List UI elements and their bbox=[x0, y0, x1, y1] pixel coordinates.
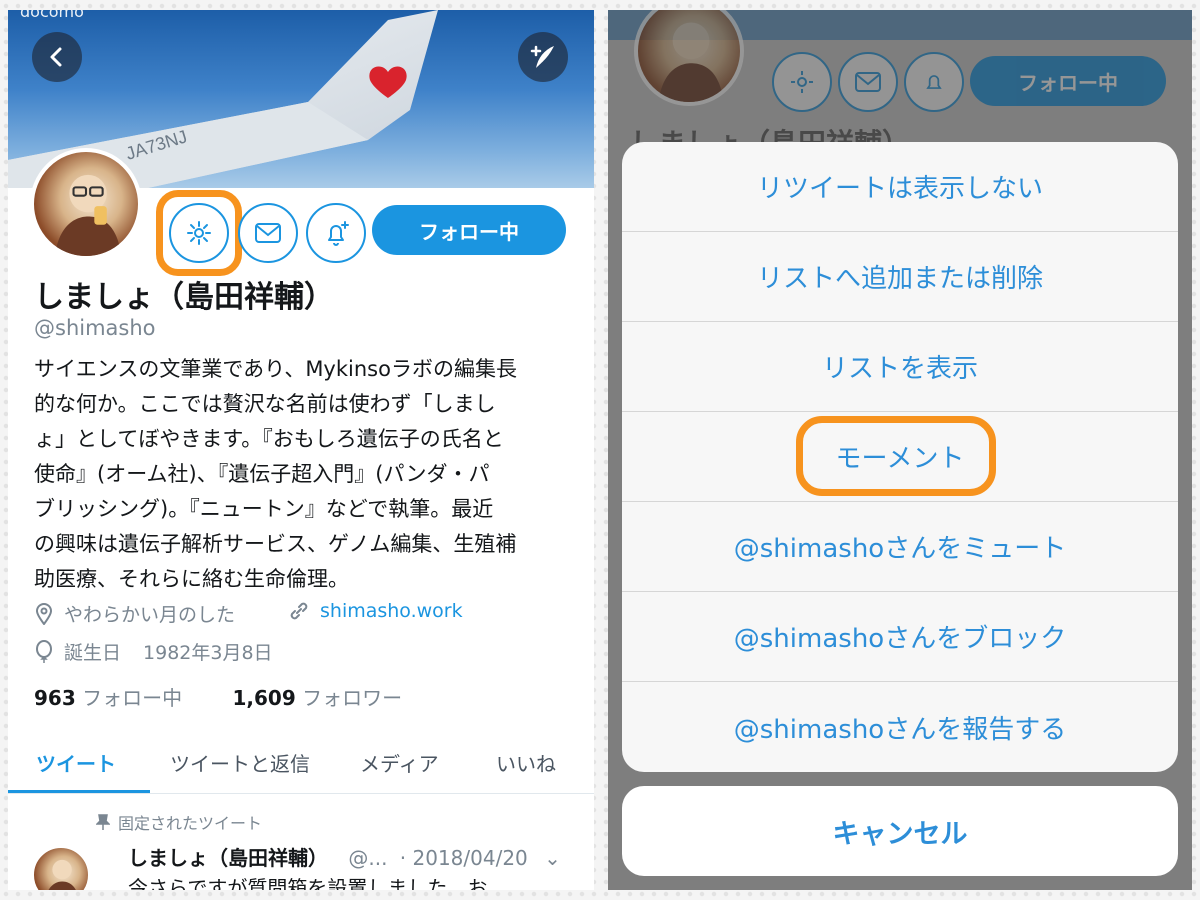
carrier-label: docomo bbox=[20, 10, 84, 21]
profile-screen: JA73NJ docomo フォロー中 しましょ（島田祥輔） @shimasho… bbox=[8, 10, 594, 890]
cancel-button[interactable]: キャンセル bbox=[622, 786, 1178, 876]
chevron-down-icon[interactable]: ⌄ bbox=[544, 846, 561, 870]
moments-highlight-ring bbox=[796, 416, 996, 496]
menu-view-lists[interactable]: リストを表示 bbox=[622, 322, 1178, 412]
bio-line: ブリッシング)。『ニュートン』などで執筆。最近 bbox=[34, 497, 494, 521]
location-pin-icon bbox=[35, 602, 53, 625]
bio-line: 助医療、それらに絡む生命倫理。 bbox=[34, 567, 349, 591]
tab-tweets[interactable]: ツイート bbox=[36, 748, 116, 777]
pin-icon bbox=[96, 814, 110, 830]
compose-tweet-icon bbox=[530, 45, 554, 68]
bell-plus-icon bbox=[328, 221, 349, 246]
followers-count-label: フォロワー bbox=[302, 686, 403, 710]
birthday-row: 誕生日 1982年3月8日 bbox=[34, 638, 273, 665]
follow-counts: 963 フォロー中 1,609 フォロワー bbox=[34, 682, 402, 711]
menu-report-user[interactable]: @shimashoさんを報告する bbox=[622, 682, 1178, 772]
pinned-tweet-label-row: 固定されたツイート bbox=[96, 810, 262, 834]
link-icon bbox=[290, 602, 308, 620]
bio-line: の興味は遺伝子解析サービス、ゲノム編集、生殖補 bbox=[34, 532, 517, 556]
tab-likes[interactable]: いいね bbox=[496, 748, 556, 777]
notifications-button[interactable] bbox=[306, 203, 366, 263]
balloon-icon bbox=[36, 639, 52, 663]
profile-name: しましょ（島田祥輔） bbox=[34, 280, 334, 315]
followers-count: 1,609 bbox=[232, 686, 296, 710]
bio-line: 的な何か。ここでは贅沢な名前は使わず「しまし bbox=[34, 392, 496, 416]
following-button[interactable]: フォロー中 bbox=[372, 205, 566, 255]
bio-line: ょ」としてぼやきます。『おもしろ遺伝子の氏名と bbox=[34, 427, 504, 451]
menu-block-user[interactable]: @shimashoさんをブロック bbox=[622, 592, 1178, 682]
following-count: 963 bbox=[34, 686, 76, 710]
menu-mute-user[interactable]: @shimashoさんをミュート bbox=[622, 502, 1178, 592]
location-row: やわらかい月のした bbox=[34, 600, 235, 627]
bio-line: サイエンスの文筆業であり、Mykinsoラボの編集長 bbox=[34, 357, 517, 381]
pinned-tweet-label: 固定されたツイート bbox=[118, 814, 263, 833]
tweet-text: 今さらですが質問箱を設置しました。お bbox=[128, 876, 488, 890]
birthday-value: 1982年3月8日 bbox=[143, 642, 273, 664]
tab-tweets-and-replies[interactable]: ツイートと返信 bbox=[170, 748, 310, 777]
chevron-left-icon bbox=[50, 47, 62, 67]
following-count-label: フォロー中 bbox=[82, 686, 183, 710]
gear-icon bbox=[187, 221, 211, 245]
tweet-header: しましょ（島田祥輔） @... · 2018/04/20 ⌄ bbox=[128, 842, 561, 871]
back-button[interactable] bbox=[32, 32, 82, 82]
website-row[interactable]: shimasho.work bbox=[288, 600, 463, 622]
profile-avatar[interactable] bbox=[30, 148, 142, 260]
action-sheet-screen: フォロー中 しましょ（島田祥輔） リツイートは表示しない リストへ追加または削除… bbox=[608, 10, 1192, 890]
profile-tabs: ツイート ツイートと返信 メディア いいね bbox=[8, 738, 594, 794]
bio-line: 使命』(オーム社)、『遺伝子超入門』(パンダ・パ bbox=[34, 462, 490, 486]
tweet-avatar[interactable] bbox=[32, 846, 90, 890]
menu-add-remove-list[interactable]: リストへ追加または削除 bbox=[622, 232, 1178, 322]
website-link[interactable]: shimasho.work bbox=[320, 600, 463, 622]
following-count-link[interactable]: 963 フォロー中 bbox=[34, 686, 188, 710]
avatar-image bbox=[48, 859, 76, 890]
active-tab-indicator bbox=[8, 790, 150, 793]
message-button[interactable] bbox=[238, 203, 298, 263]
tab-media[interactable]: メディア bbox=[360, 748, 439, 777]
compose-tweet-button[interactable] bbox=[518, 32, 568, 82]
envelope-icon bbox=[255, 223, 281, 243]
tweet-author-name: しましょ（島田祥輔） bbox=[128, 846, 328, 870]
settings-button[interactable] bbox=[169, 203, 229, 263]
avatar-image bbox=[54, 174, 122, 256]
followers-count-link[interactable]: 1,609 フォロワー bbox=[232, 686, 402, 710]
birthday-label: 誕生日 bbox=[64, 642, 122, 664]
tweet-author-handle: @... bbox=[348, 846, 388, 870]
tweet-date: · 2018/04/20 bbox=[399, 846, 528, 870]
profile-handle: @shimasho bbox=[34, 316, 156, 340]
location-text: やわらかい月のした bbox=[64, 604, 236, 626]
menu-hide-retweets[interactable]: リツイートは表示しない bbox=[622, 142, 1178, 232]
